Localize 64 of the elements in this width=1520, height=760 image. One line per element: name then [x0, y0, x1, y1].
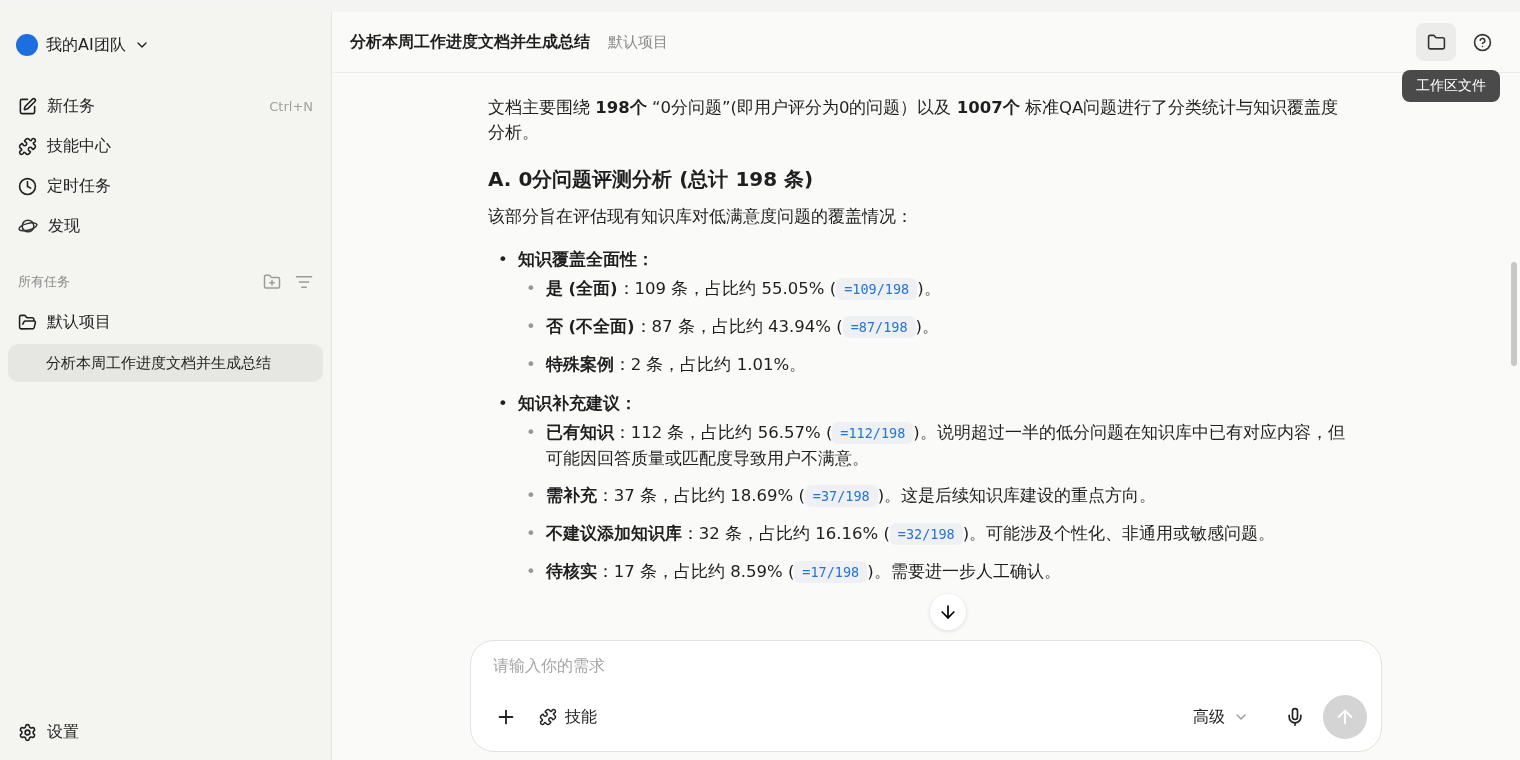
team-switcher[interactable]: 我的AI团队 [8, 34, 158, 56]
bullet-marker: • [498, 249, 508, 271]
inline-code: =87/198 [842, 316, 916, 338]
inline-code: =109/198 [836, 278, 918, 300]
scroll-down-button[interactable] [930, 594, 966, 630]
bullet-marker: • [526, 278, 536, 300]
paragraph: 文档主要围绕 198个 “0分问题”(即用户评分为0的问题）以及 1007个 标准QA问题进行了分类统计与知识覆盖度分析。 [488, 97, 1340, 144]
bullet-marker: • [526, 523, 536, 545]
inline-code: =32/198 [889, 523, 963, 545]
clock-icon [18, 176, 37, 196]
bullet-marker: • [498, 393, 508, 415]
mode-dropdown[interactable]: 高级 [1189, 702, 1253, 732]
bullet-marker: • [526, 316, 536, 338]
puzzle-icon [18, 136, 37, 156]
tooltip: 工作区文件 [1402, 70, 1500, 102]
input-field[interactable]: 请输入你的需求 [491, 655, 1367, 676]
nav-label: 技能中心 [47, 135, 111, 157]
microphone-icon [1285, 707, 1305, 727]
bullet-marker: • [526, 422, 536, 444]
project-item[interactable]: 默认项目 [8, 302, 323, 342]
list-text: 特殊案例：2 条，占比约 1.01%。 [545, 354, 807, 376]
list-text: 不建议添加知识库：32 条，占比约 16.16% ( =32/198 )。可能涉及个性化、非通用或敏感问题。 [545, 522, 1276, 547]
help-icon [1472, 32, 1492, 52]
bullet-marker: • [526, 561, 536, 583]
inline-code: =112/198 [832, 422, 914, 444]
list-heading: 知识补充建议： [517, 393, 637, 415]
paragraph: 该部分旨在评估现有知识库对低满意度问题的覆盖情况： [488, 206, 914, 228]
project-label: 默认项目 [47, 311, 111, 333]
list-text: 是 (全面)：109 条，占比约 55.05% ( =109/198 )。 [545, 277, 941, 302]
list-text: 已有知识：112 条，占比约 56.57% ( =112/198 )。说明超过一半的低分问题在知识库中已有对应内容，但可能因回答质量或匹配度导致用户不满意。 [545, 421, 1346, 470]
list-text: 待核实：17 条，占比约 8.59% ( =17/198 )。需要进一步人工确认。 [545, 560, 1061, 585]
folder-icon [18, 312, 37, 332]
scrollbar-thumb[interactable] [1511, 262, 1517, 366]
folder-plus-icon[interactable] [263, 273, 281, 291]
nav-item[interactable]: 定时任务 [8, 166, 323, 206]
chat-title: 分析本周工作进度文档并生成总结 [350, 31, 590, 53]
nav-label: 发现 [48, 215, 80, 237]
shortcut-hint: Ctrl+N [269, 98, 313, 114]
settings-icon [18, 722, 37, 742]
list-text: 否 (不全面)：87 条，占比约 43.94% ( =87/198 )。 [545, 315, 939, 340]
project-name: 默认项目 [608, 32, 668, 52]
task-item[interactable]: 分析本周工作进度文档并生成总结 [8, 344, 323, 382]
nav-item[interactable]: 技能中心 [8, 126, 323, 166]
nav-label: 定时任务 [47, 175, 111, 197]
team-avatar [16, 34, 38, 56]
nav-item[interactable]: 新任务 Ctrl+N [8, 86, 323, 126]
puzzle-icon [539, 708, 557, 726]
filter-icon[interactable] [295, 273, 313, 291]
settings-item[interactable]: 设置 [8, 712, 323, 752]
nav-label: 新任务 [47, 95, 95, 117]
edit-icon [18, 96, 37, 116]
bullet-marker: • [526, 485, 536, 507]
nav-item[interactable]: 发现 [8, 206, 323, 246]
folder-icon [1426, 32, 1446, 52]
list-heading: 知识覆盖全面性： [517, 249, 654, 271]
list-text: 需补充：37 条，占比约 18.69% ( =37/198 )。这是后续知识库建设的重点方向。 [545, 484, 1157, 509]
inline-code: =37/198 [804, 485, 878, 507]
settings-label: 设置 [47, 721, 79, 743]
inline-code: =17/198 [794, 561, 868, 583]
bullet-marker: • [526, 354, 536, 376]
skill-button[interactable]: 技能 [535, 702, 601, 732]
section-title: 所有任务 [18, 273, 70, 291]
workspace-files-button[interactable] [1416, 23, 1456, 61]
section-heading: A. 0分问题评测分析 (总计 198 条) [488, 167, 815, 192]
